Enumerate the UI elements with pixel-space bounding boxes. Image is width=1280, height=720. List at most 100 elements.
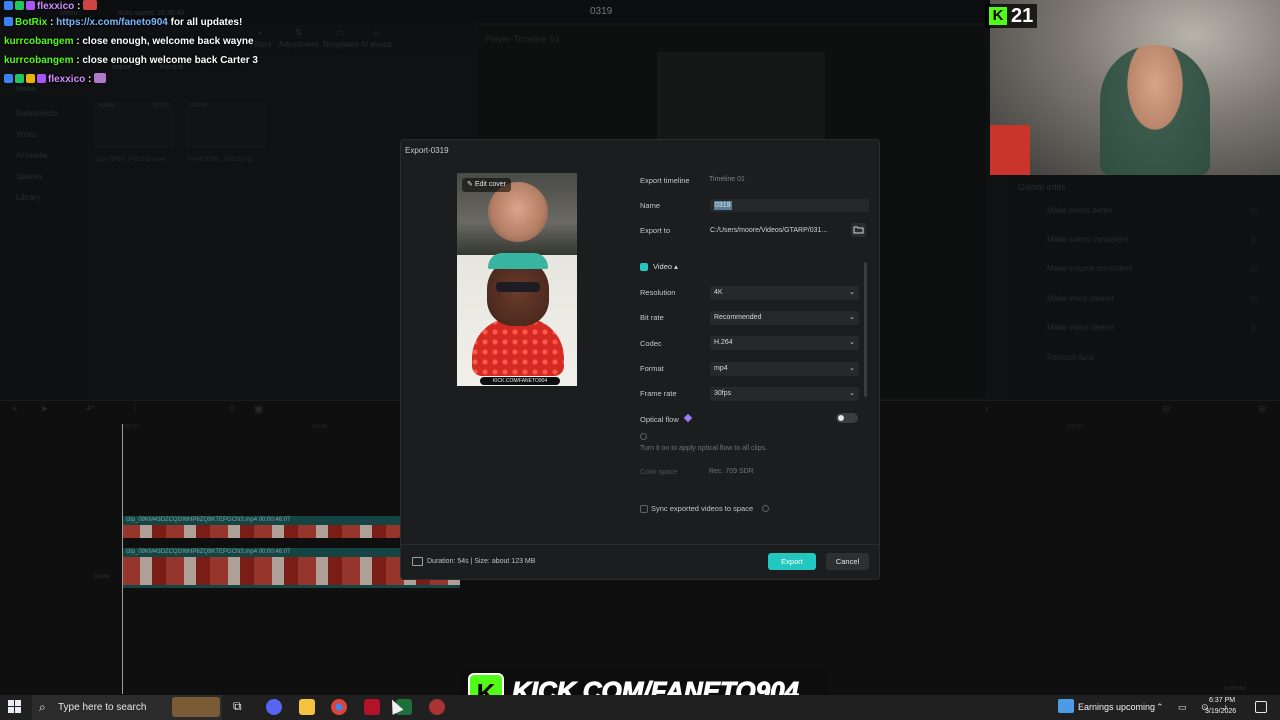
windows-logo-icon [8,700,14,706]
chat-badge-icon [4,74,13,83]
discord-icon[interactable] [266,699,282,715]
format-select[interactable]: mp4 ⌄ [710,362,859,376]
format-label: Format [640,364,664,373]
export-timeline-value: Timeline 01 [709,176,745,183]
bitrate-label: Bit rate [640,313,664,322]
name-input[interactable] [710,199,869,212]
kick-logo-icon: K [989,7,1007,25]
chat-badge-icon [37,74,46,83]
chevron-down-icon: ⌄ [849,314,855,321]
video-checkbox[interactable] [640,263,648,271]
sync-checkbox[interactable] [640,505,648,513]
windows-logo-icon [15,707,21,713]
notification-icon[interactable] [1255,701,1267,713]
settings-scrollbar[interactable] [864,262,867,397]
chevron-down-icon: ⌄ [849,365,855,372]
search-placeholder[interactable]: Type here to search [58,702,146,713]
pencil-icon: ✎ [467,181,475,188]
sync-label: Sync exported videos to space [651,504,754,513]
name-label: Name [640,201,661,210]
chat-message: flexxico : [4,73,108,85]
export-dialog-title: Export-0319 [405,146,449,155]
video-section-toggle[interactable]: Video ▴ [653,262,678,271]
chrome-icon[interactable] [331,699,347,715]
color-space-label: Color space [640,469,678,476]
windows-logo-icon [8,707,14,713]
chat-sep: : [77,1,81,12]
video-section-label: Video [653,262,673,271]
resolution-select[interactable]: 4K ⌄ [710,286,859,300]
search-icon: ⌕ [39,700,46,714]
chevron-up-icon: ▴ [672,262,678,271]
cancel-button[interactable]: Cancel [826,553,869,570]
name-input-value[interactable]: 0319 [714,201,732,210]
chat-username[interactable]: kurrcobangem [4,36,73,47]
chat-badge-icon [26,74,35,83]
color-space-value: Rec. 709 SDR [709,468,754,475]
footer-divider [401,544,879,545]
bitrate-select[interactable]: Recommended ⌄ [710,311,859,325]
viewer-counter: K 21 [985,4,1038,28]
export-timeline-label: Export timeline [640,176,690,185]
chat-username[interactable]: flexxico [37,1,74,12]
optical-flow-label: Optical flow [640,415,679,424]
chat-username[interactable]: BotRix [15,17,47,28]
format-value: mp4 [714,365,728,372]
chat-text: close enough, welcome back wayne [79,36,254,47]
app-icon[interactable] [429,699,445,715]
framerate-select[interactable]: 30fps ⌄ [710,387,859,401]
codec-select[interactable]: H.264 ⌄ [710,336,859,350]
browse-folder-button[interactable] [851,223,866,237]
chat-sep: : [50,17,54,28]
export-duration-size: Duration: 54s | Size: about 123 MB [427,558,536,565]
optical-flow-description: Turn it on to apply optical flow to all … [640,445,767,452]
search-highlight-image [172,697,220,717]
streamer-webcam [1100,45,1210,175]
optical-flow-toggle[interactable] [836,413,858,423]
export-path-field[interactable]: C:/Users/moore/Videos/GTARP/031... [710,224,845,237]
bitrate-value: Recommended [714,314,762,321]
news-icon[interactable] [1058,699,1074,713]
help-icon[interactable] [640,433,647,440]
folder-icon [853,226,864,234]
webcam-background-object [990,125,1030,175]
chevron-down-icon: ⌄ [849,390,855,397]
resolution-value: 4K [714,289,723,296]
chat-username[interactable]: kurrcobangem [4,55,73,66]
cover-watermark: KICK.COM/FANETO904 [480,377,560,385]
task-view-icon[interactable]: ⧉ [233,699,249,715]
chat-badge-icon [15,1,24,10]
chat-badge-icon [15,74,24,83]
resolution-label: Resolution [640,288,676,297]
framerate-label: Frame rate [640,389,677,398]
file-explorer-icon[interactable] [299,699,315,715]
info-icon[interactable] [762,505,769,512]
chat-message: kurrcobangem : close enough welcome back… [4,55,258,66]
chat-badge-icon [26,1,35,10]
windows-start-button[interactable] [8,700,22,714]
chat-message: flexxico : [4,0,99,12]
adobe-icon[interactable] [364,699,380,715]
clock-time[interactable]: 6:37 PM [1209,697,1235,704]
chat-username[interactable]: flexxico [48,74,85,85]
chat-message: BotRix : https://x.com/faneto904 for all… [4,17,242,28]
viewer-count: 21 [1011,4,1034,27]
edit-cover-button[interactable]: ✎ Edit cover [462,178,511,192]
chat-text: for all updates! [167,17,243,28]
chat-message: kurrcobangem : close enough, welcome bac… [4,36,254,47]
emote-icon [94,73,107,83]
chevron-down-icon: ⌄ [849,289,855,296]
chat-sep: : [88,74,92,85]
chat-link[interactable]: https://x.com/faneto904 [56,17,168,28]
export-to-label: Export to [640,226,671,235]
clock-date[interactable]: 3/19/2026 [1205,708,1236,715]
emote-icon [83,0,98,10]
edit-cover-label: Edit cover [474,181,506,188]
export-button[interactable]: Export [768,553,816,570]
cover-image-glasses [496,282,540,292]
news-widget[interactable]: Earnings upcoming [1078,702,1155,712]
framerate-value: 30fps [714,390,732,397]
codec-label: Codec [640,339,662,348]
chevron-down-icon: ⌄ [849,339,855,346]
chat-badge-icon [4,1,13,10]
